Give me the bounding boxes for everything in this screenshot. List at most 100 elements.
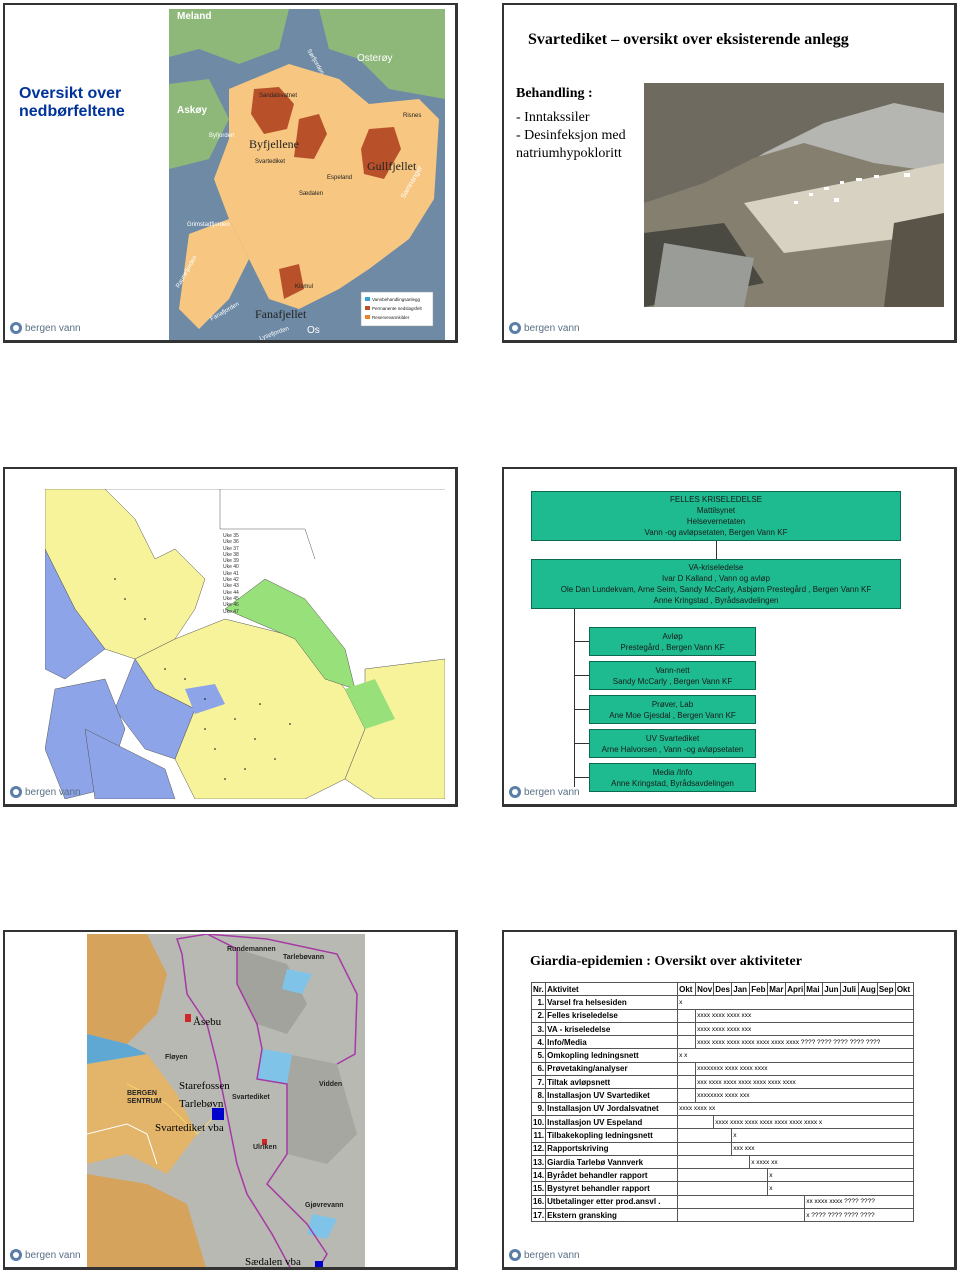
column-header: Juli [840, 981, 860, 997]
logo-icon [509, 322, 521, 334]
org-line: Media /Info [652, 768, 693, 777]
activity-timeline: xxxx xxxx xxxx xxxx xxxx xxxx xxxx x [713, 1114, 914, 1130]
row-number: 10. [530, 1114, 547, 1130]
org-line: Arne Halvorsen , Vann -og avløpsetaten [601, 745, 744, 754]
table-row: 1. Varsel fra helsesiden x [530, 995, 914, 1010]
cases-map [45, 489, 445, 799]
empty-cell [677, 1208, 806, 1223]
activity-timeline: x x [677, 1048, 914, 1063]
org-box-va-kriseledelse: VA-kriseledelse Ivar D Kalland , Vann og… [531, 559, 901, 609]
logo-text: bergen vann [25, 322, 81, 334]
slide-activities-overview: Giardia-epidemien : Oversikt over aktivi… [502, 930, 957, 1270]
table-row: 15. Bystyret behandler rapport x [530, 1181, 914, 1196]
label-osteroy: Osterøy [357, 53, 393, 64]
label-gullfjellet: Gullfjellet [367, 159, 417, 173]
logo-text: bergen vann [25, 786, 81, 798]
label-sandalsvatnet: Sandalsvatnet [259, 93, 298, 99]
place-vidden: Vidden [319, 1081, 343, 1088]
activity-name: Installasjon UV Espeland [545, 1114, 679, 1130]
org-line: Anne Kringstad , Byrådsavdelingen [653, 596, 779, 605]
legend-label: Permanente nedslagsfelt [372, 306, 422, 311]
activity-name: Ekstern gransking [545, 1208, 679, 1223]
empty-cell [677, 1035, 697, 1050]
label-askoy: Askøy [177, 105, 208, 116]
label-byfjorden: Byfjorden [209, 133, 235, 139]
row-number: 12. [530, 1141, 547, 1156]
label-os: Os [307, 325, 320, 336]
logo-icon [509, 1249, 521, 1261]
org-line: Ivar D Kalland , Vann og avløp [662, 574, 770, 583]
table-row: 7. Tiltak avløpsnett xxx xxxx xxxx xxxx xx… [530, 1075, 914, 1090]
slide-svartediket-overview: Svartediket – oversikt over eksisterende… [502, 3, 957, 343]
bergen-vann-logo: bergen vann [10, 322, 81, 334]
treatment-list: Behandling : - Inntakssiler - Desinfeksj… [516, 85, 634, 163]
org-box-media-info: Media /Info Anne Kringstad, Byrådsavdeli… [589, 763, 756, 792]
empty-cell [677, 1008, 697, 1023]
row-number: 4. [530, 1035, 547, 1050]
bergen-vann-logo: bergen vann [10, 786, 81, 798]
logo-text: bergen vann [524, 322, 580, 334]
slide-organisation-chart: FELLES KRISELEDELSE Mattilsynet Helsever… [502, 467, 957, 807]
activity-name: Tiltak avløpsnett [545, 1075, 679, 1090]
column-header: Jan [731, 981, 751, 997]
empty-cell [677, 1154, 751, 1170]
activity-name: VA - kriseledelse [545, 1021, 679, 1037]
activity-timeline: xxxx xxxx xxxx xxxx xxxx xxxx xxxx ???? … [695, 1035, 914, 1050]
label-fanafjellet: Fanafjellet [255, 307, 307, 321]
org-line: Sandy McCarly , Bergen Vann KF [612, 677, 733, 686]
row-number: 2. [530, 1008, 547, 1023]
org-line: Helsevernetaten [686, 517, 746, 526]
table-row: 4. Info/Media xxxx xxxx xxxx xxxx xxxx xxx… [530, 1035, 914, 1050]
org-connector [574, 777, 589, 778]
org-connector [574, 743, 589, 744]
org-box-uv-svartediket: UV Svartediket Arne Halvorsen , Vann -og… [589, 729, 756, 758]
table-row: 8. Installasjon UV Svartediket xxxxxxxx xx… [530, 1088, 914, 1103]
column-header: Aktivitet [545, 981, 679, 997]
row-number: 1. [530, 995, 547, 1010]
legend-item: Vannbehandlingsanlegg [365, 295, 422, 304]
legend-swatch [365, 297, 370, 301]
column-header: Sep [876, 981, 896, 997]
activity-timeline: x [767, 1181, 914, 1196]
slide-catchment-overview: Oversikt over nedbørfeltene Meland Oster… [3, 3, 458, 343]
table-row: 3. VA - kriseledelse xxxx xxxx xxxx xxx [530, 1021, 914, 1037]
org-line: Mattilsynet [696, 506, 736, 515]
activities-table: Nr. Aktivitet Okt Nov Des Jan Feb Mar Apri Mai Jun… [530, 981, 914, 1223]
row-number: 8. [530, 1088, 547, 1103]
activity-timeline: xxx xxx [731, 1141, 914, 1156]
row-number: 3. [530, 1021, 547, 1037]
label-espeland: Espeland [327, 175, 353, 181]
logo-text: bergen vann [25, 1249, 81, 1261]
bergen-vann-logo: bergen vann [509, 322, 580, 334]
map-legend: Vannbehandlingsanlegg Permanente nedslag… [365, 295, 422, 322]
column-header: Mar [767, 981, 787, 997]
activity-name: Info/Media [545, 1035, 679, 1050]
activity-name: Installasjon UV Svartediket [545, 1088, 679, 1103]
activity-name: Felles kriseledelse [545, 1008, 679, 1023]
label-grimstadfjorden: Grimstadfjorden [187, 222, 230, 228]
column-header: Okt [894, 981, 914, 997]
place-rundemannen: Rundemannen [227, 946, 276, 953]
label-byfjellene: Byfjellene [249, 137, 299, 151]
column-header: Nov [695, 981, 715, 997]
column-header: Okt [677, 981, 697, 997]
svartediket-photo [644, 83, 944, 307]
activity-name: Tilbakekopling ledningsnett [545, 1128, 679, 1143]
bergen-vann-logo: bergen vann [509, 786, 580, 798]
column-header: Nr. [530, 981, 547, 997]
legend-label: Reservevannkilder [372, 315, 410, 320]
logo-icon [10, 1249, 22, 1261]
place-bergen: BERGEN [127, 1090, 157, 1097]
table-row: 13. Giardia Tarlebø Vannverk x xxxx xx [530, 1154, 914, 1170]
activity-name: Bystyret behandler rapport [545, 1181, 679, 1196]
treatment-item: - Inntakssiler [516, 110, 590, 125]
activity-name: Installasjon UV Jordalsvatnet [545, 1101, 679, 1116]
org-line: VA-kriseledelse [688, 563, 744, 572]
org-box-avlop: Avløp Prestegård , Bergen Vann KF [589, 627, 756, 656]
org-connector [574, 609, 575, 787]
empty-cell [677, 1114, 715, 1130]
treatment-item: - Desinfeksjon med natriumhypokloritt [516, 128, 626, 161]
treatment-heading: Behandling : [516, 86, 593, 101]
row-number: 11. [530, 1128, 547, 1143]
place-floyen: Fløyen [165, 1054, 188, 1061]
